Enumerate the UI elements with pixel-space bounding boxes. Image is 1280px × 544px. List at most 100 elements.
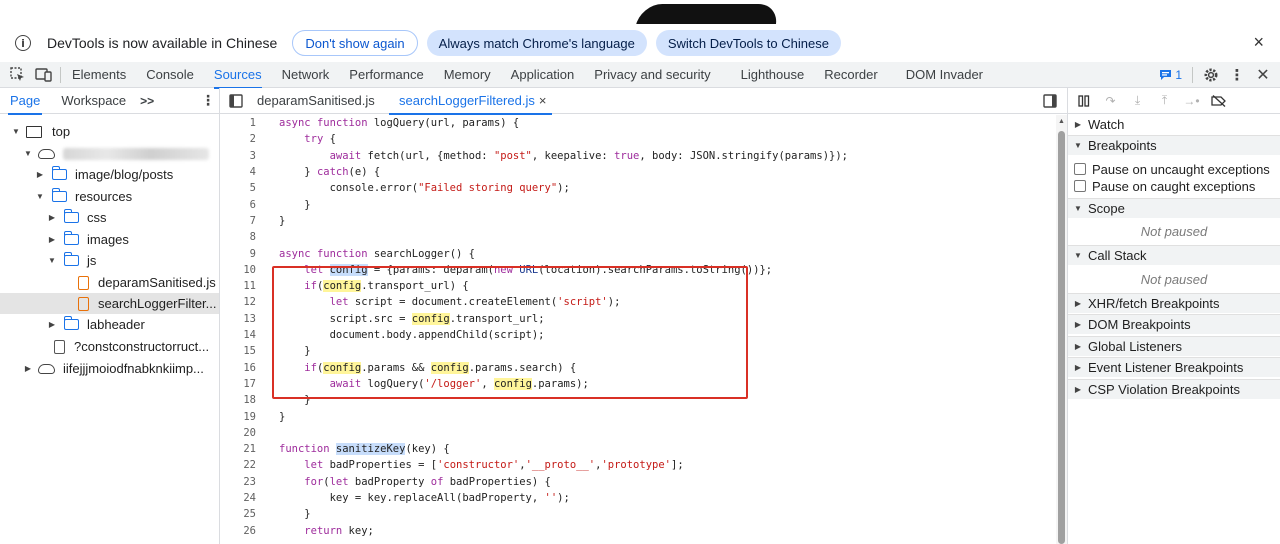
code-line[interactable]: 20: [220, 425, 1055, 441]
line-number[interactable]: 19: [220, 411, 256, 423]
expand-arrow-icon[interactable]: ▼: [35, 192, 45, 201]
step-over-icon[interactable]: ↷: [1097, 90, 1124, 112]
tab-console[interactable]: Console: [146, 62, 194, 88]
expand-arrow-icon[interactable]: ▶: [1068, 385, 1088, 394]
line-number[interactable]: 17: [220, 378, 256, 390]
device-toolbar-icon[interactable]: [34, 66, 52, 84]
tab-workspace[interactable]: Workspace: [61, 88, 126, 114]
step-into-icon[interactable]: ⤓: [1124, 90, 1151, 112]
tab-lighthouse[interactable]: Lighthouse: [741, 62, 805, 88]
step-icon[interactable]: →•: [1178, 90, 1205, 112]
gear-icon[interactable]: [1202, 66, 1220, 84]
line-number[interactable]: 6: [220, 199, 256, 211]
tree-item-image-blog-posts[interactable]: ▶ image/blog/posts: [0, 164, 219, 185]
pause-caught-option[interactable]: Pause on caught exceptions: [1068, 177, 1280, 195]
close-devtools-icon[interactable]: ✕: [1254, 66, 1272, 84]
tree-item-images[interactable]: ▶ images: [0, 229, 219, 250]
code-line[interactable]: 22 let badProperties = ['constructor','_…: [220, 457, 1055, 473]
line-number[interactable]: 1: [220, 117, 256, 129]
code-line[interactable]: 6 }: [220, 197, 1055, 213]
scrollbar-thumb[interactable]: [1058, 131, 1065, 544]
expand-arrow-icon[interactable]: ▼: [11, 127, 21, 136]
expand-arrow-icon[interactable]: ▶: [1068, 342, 1088, 351]
code-line[interactable]: 15 }: [220, 343, 1055, 359]
global-listeners-section[interactable]: ▶ Global Listeners: [1068, 336, 1280, 356]
breakpoints-section[interactable]: ▼ Breakpoints: [1068, 135, 1280, 155]
line-number[interactable]: 23: [220, 476, 256, 488]
line-number[interactable]: 11: [220, 280, 256, 292]
line-number[interactable]: 3: [220, 150, 256, 162]
event-listener-breakpoints-section[interactable]: ▶ Event Listener Breakpoints: [1068, 357, 1280, 377]
xhr-breakpoints-section[interactable]: ▶ XHR/fetch Breakpoints: [1068, 293, 1280, 313]
scroll-up-arrow-icon[interactable]: ▲: [1058, 118, 1065, 125]
expand-arrow-icon[interactable]: ▼: [1068, 204, 1088, 213]
code-line[interactable]: 3 await fetch(url, {method: "post", keep…: [220, 148, 1055, 164]
code-line[interactable]: 9 async function searchLogger() {: [220, 245, 1055, 261]
line-number[interactable]: 14: [220, 329, 256, 341]
tab-elements[interactable]: Elements: [72, 62, 126, 88]
code-line[interactable]: 7}: [220, 213, 1055, 229]
line-number[interactable]: 13: [220, 313, 256, 325]
expand-arrow-icon[interactable]: ▼: [1068, 141, 1088, 150]
csp-violation-breakpoints-section[interactable]: ▶ CSP Violation Breakpoints: [1068, 379, 1280, 399]
tree-item-constructor[interactable]: ?constconstructorruct...: [0, 336, 219, 357]
code-line[interactable]: 11 if(config.transport_url) {: [220, 278, 1055, 294]
tree-item-js[interactable]: ▼ js: [0, 250, 219, 271]
deactivate-breakpoints-icon[interactable]: [1205, 90, 1232, 112]
line-number[interactable]: 25: [220, 508, 256, 520]
editor-tab-deparam-sanitised[interactable]: deparamSanitised.js: [257, 88, 375, 114]
tab-memory[interactable]: Memory: [444, 62, 491, 88]
code-line[interactable]: 13 script.src = config.transport_url;: [220, 311, 1055, 327]
expand-arrow-icon[interactable]: ▼: [1068, 251, 1088, 260]
code-line[interactable]: 2 try {: [220, 131, 1055, 147]
tab-application[interactable]: Application: [511, 62, 575, 88]
line-number[interactable]: 20: [220, 427, 256, 439]
code-line[interactable]: 18 }: [220, 392, 1055, 408]
always-match-language-button[interactable]: Always match Chrome's language: [426, 30, 647, 56]
tree-item-top[interactable]: ▼ top: [0, 121, 219, 142]
expand-arrow-icon[interactable]: ▼: [23, 149, 33, 158]
dom-breakpoints-section[interactable]: ▶ DOM Breakpoints: [1068, 314, 1280, 334]
line-number[interactable]: 24: [220, 492, 256, 504]
expand-arrow-icon[interactable]: ▶: [47, 213, 57, 222]
line-number[interactable]: 12: [220, 296, 256, 308]
expand-arrow-icon[interactable]: ▶: [1068, 120, 1088, 129]
toggle-debugger-icon[interactable]: [1043, 94, 1057, 111]
line-number[interactable]: 8: [220, 231, 256, 243]
tab-privacy-security[interactable]: Privacy and security: [594, 62, 710, 88]
expand-arrow-icon[interactable]: ▶: [47, 235, 57, 244]
expand-arrow-icon[interactable]: ▶: [47, 320, 57, 329]
tree-item-resources[interactable]: ▼ resources: [0, 186, 219, 207]
tab-dom-invader[interactable]: DOM Invader: [906, 62, 983, 88]
code-line[interactable]: 1 async function logQuery(url, params) {: [220, 115, 1055, 131]
line-number[interactable]: 9: [220, 248, 256, 260]
code-line[interactable]: 12 let script = document.createElement('…: [220, 294, 1055, 310]
code-line[interactable]: 16 if(config.params && config.params.sea…: [220, 360, 1055, 376]
code-line[interactable]: 5 console.error("Failed storing query");: [220, 180, 1055, 196]
line-number[interactable]: 16: [220, 362, 256, 374]
switch-to-chinese-button[interactable]: Switch DevTools to Chinese: [655, 30, 841, 56]
code-line[interactable]: 23 for(let badProperty of badProperties)…: [220, 474, 1055, 490]
code-line[interactable]: 19}: [220, 408, 1055, 424]
tab-performance[interactable]: Performance: [349, 62, 423, 88]
code-line[interactable]: 17 await logQuery('/logger', config.para…: [220, 376, 1055, 392]
watch-section[interactable]: ▶ Watch: [1068, 115, 1280, 133]
line-number[interactable]: 26: [220, 525, 256, 537]
code-line[interactable]: 4 } catch(e) {: [220, 164, 1055, 180]
more-tabs-icon[interactable]: >>: [140, 88, 154, 114]
pause-uncaught-option[interactable]: Pause on uncaught exceptions: [1068, 160, 1280, 178]
line-number[interactable]: 10: [220, 264, 256, 276]
close-icon[interactable]: ×: [1253, 33, 1264, 51]
vertical-scrollbar[interactable]: ▲: [1056, 115, 1067, 544]
tree-item-search-logger-filtered[interactable]: searchLoggerFilter...: [0, 293, 219, 314]
line-number[interactable]: 22: [220, 459, 256, 471]
line-number[interactable]: 5: [220, 182, 256, 194]
line-number[interactable]: 4: [220, 166, 256, 178]
tree-item-extension[interactable]: ▶ iifejjjmoiodfnabknkiimp...: [0, 358, 219, 379]
line-number[interactable]: 18: [220, 394, 256, 406]
tab-recorder[interactable]: Recorder: [824, 62, 877, 88]
line-number[interactable]: 7: [220, 215, 256, 227]
step-out-icon[interactable]: ⤒: [1151, 90, 1178, 112]
pause-icon[interactable]: [1070, 90, 1097, 112]
toggle-navigator-icon[interactable]: [229, 94, 243, 111]
